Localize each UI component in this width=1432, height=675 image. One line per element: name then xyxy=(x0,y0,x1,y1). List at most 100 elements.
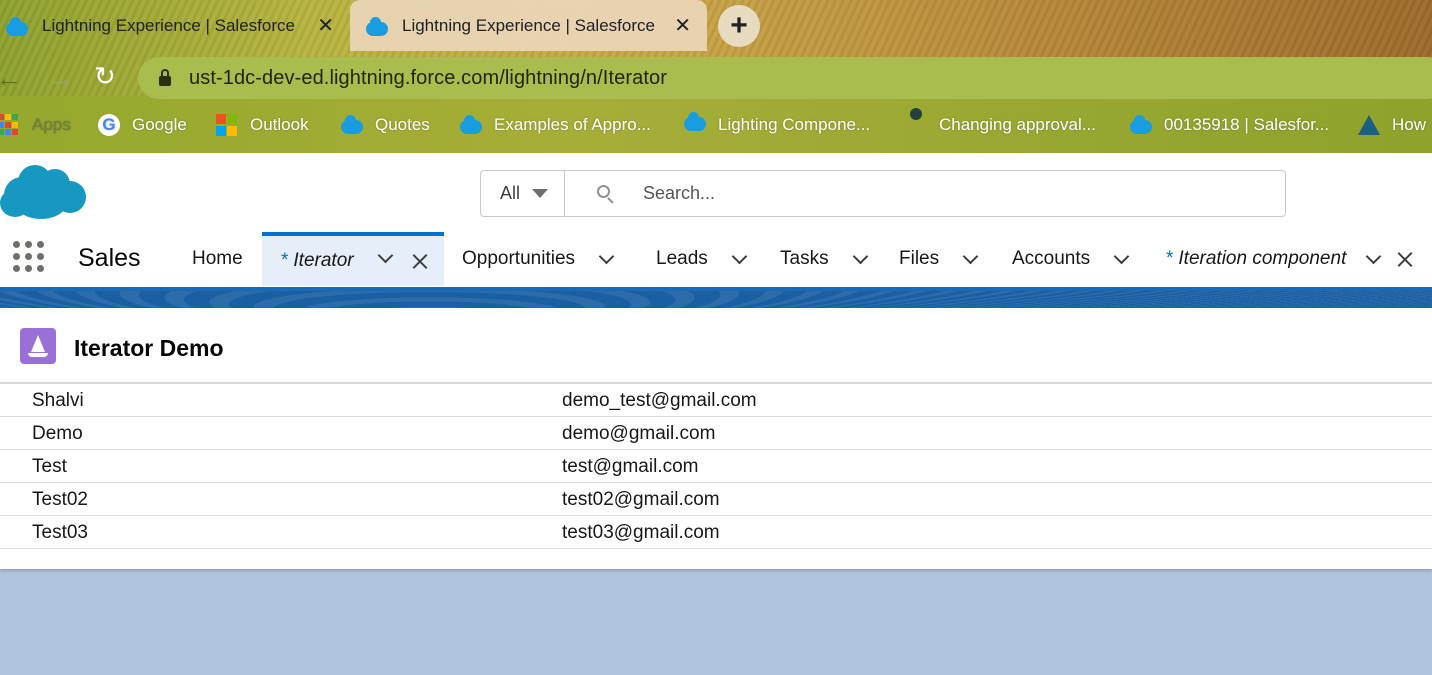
browser-toolbar: ← → ↻ ust-1dc-dev-ed.lightning.force.com… xyxy=(0,51,1432,103)
chevron-down-icon[interactable] xyxy=(852,248,868,264)
bookmark-google[interactable]: G Google xyxy=(98,114,187,136)
chevron-down-icon[interactable] xyxy=(377,247,394,264)
browser-tab-title: Lightning Experience | Salesforce xyxy=(42,15,295,35)
search-input[interactable] xyxy=(643,183,1243,204)
card-title: Iterator Demo xyxy=(74,335,224,361)
trailhead-icon xyxy=(1358,114,1380,136)
row-email: test@gmail.com xyxy=(562,456,699,477)
close-icon[interactable] xyxy=(412,253,428,269)
chevron-down-icon xyxy=(532,189,549,198)
global-search: All xyxy=(480,170,1286,217)
row-email: demo_test@gmail.com xyxy=(562,390,757,411)
lock-icon xyxy=(159,69,171,86)
salesforce-logo[interactable] xyxy=(0,163,88,225)
contacts-table: Shalvi demo_test@gmail.com Demo demo@gma… xyxy=(0,382,1432,549)
bookmark-lighting-component[interactable]: Lighting Compone... xyxy=(684,112,871,136)
url-text[interactable]: ust-1dc-dev-ed.lightning.force.com/light… xyxy=(189,67,667,90)
close-tab-icon[interactable]: ✕ xyxy=(674,13,691,38)
tab-accounts[interactable]: Accounts xyxy=(1012,232,1130,286)
tab-files[interactable]: Files xyxy=(899,232,979,286)
search-scope-dropdown[interactable]: All xyxy=(481,171,565,216)
bookmarks-bar: Apps G Google Outlook Quotes Examples of… xyxy=(0,103,1432,149)
close-tab-icon[interactable]: ✕ xyxy=(317,13,334,38)
tab-label: Opportunities xyxy=(462,248,576,269)
new-tab-button[interactable]: + xyxy=(718,5,760,47)
row-email: demo@gmail.com xyxy=(562,423,716,444)
bookmark-quotes[interactable]: Quotes xyxy=(341,114,430,136)
browser-tabstrip: Lightning Experience | Salesforce ✕ Ligh… xyxy=(0,0,1432,51)
bookmark-label: Quotes xyxy=(375,115,430,134)
tab-label: Home xyxy=(192,248,243,269)
row-name: Test02 xyxy=(32,489,88,510)
close-icon[interactable] xyxy=(1397,251,1413,267)
row-email: test02@gmail.com xyxy=(562,489,720,510)
row-name: Demo xyxy=(32,423,83,444)
bookmark-label: Google xyxy=(132,115,187,134)
app-navigation: Sales Home * Iterator Opportunities Lead… xyxy=(0,232,1432,287)
chevron-down-icon[interactable] xyxy=(1366,248,1382,264)
bookmark-label: Changing approval... xyxy=(939,115,1096,134)
tab-label: Iterator xyxy=(293,250,354,271)
row-name: Test xyxy=(32,456,67,477)
bookmark-apps[interactable]: Apps xyxy=(0,114,71,136)
salesforce-cloud-icon xyxy=(684,112,706,136)
google-icon: G xyxy=(98,114,120,136)
app-launcher-icon[interactable] xyxy=(13,241,44,272)
bookmark-examples-of-approval[interactable]: Examples of Appro... xyxy=(460,114,651,136)
dark-cloud-icon xyxy=(905,114,927,136)
bookmark-label: Examples of Appro... xyxy=(494,115,651,134)
bookmark-outlook[interactable]: Outlook xyxy=(216,114,309,136)
search-scope-label: All xyxy=(500,183,521,203)
chevron-down-icon[interactable] xyxy=(962,248,979,264)
row-name: Shalvi xyxy=(32,390,84,411)
forward-arrow-icon[interactable]: → xyxy=(48,63,74,94)
unsaved-marker: * xyxy=(1166,248,1174,269)
microsoft-icon xyxy=(216,114,238,136)
search-icon xyxy=(597,184,615,203)
bookmark-label: Lighting Compone... xyxy=(718,115,871,134)
back-arrow-icon[interactable]: ← xyxy=(0,63,22,94)
tab-home[interactable]: Home xyxy=(192,232,243,286)
tab-leads[interactable]: Leads xyxy=(656,232,748,286)
salesforce-favicon-icon xyxy=(6,16,28,36)
tab-label: Iteration component xyxy=(1178,248,1347,269)
table-row: Shalvi demo_test@gmail.com xyxy=(0,384,1432,417)
iterator-demo-card: Iterator Demo Shalvi demo_test@gmail.com… xyxy=(0,308,1432,569)
brand-band xyxy=(0,287,1432,308)
tab-opportunities[interactable]: Opportunities xyxy=(462,232,615,286)
salesforce-favicon-icon xyxy=(366,16,388,36)
tab-iteration-component[interactable]: * Iteration component xyxy=(1166,232,1413,286)
salesforce-cloud-icon xyxy=(1130,114,1152,136)
bookmark-label: Outlook xyxy=(250,115,309,134)
table-row: Test02 test02@gmail.com xyxy=(0,483,1432,516)
browser-tab-2[interactable]: Lightning Experience | Salesforce ✕ xyxy=(350,0,707,51)
bookmark-how[interactable]: How xyxy=(1358,114,1426,136)
browser-tab-title: Lightning Experience | Salesforce xyxy=(402,15,655,35)
row-name: Test03 xyxy=(32,522,88,543)
chevron-down-icon[interactable] xyxy=(598,248,615,264)
salesforce-cloud-icon xyxy=(460,114,482,136)
bookmark-case-00135918[interactable]: 00135918 | Salesfor... xyxy=(1130,114,1329,136)
table-row: Test test@gmail.com xyxy=(0,450,1432,483)
bookmark-label: How xyxy=(1392,115,1427,134)
row-email: test03@gmail.com xyxy=(562,522,720,543)
table-row: Test03 test03@gmail.com xyxy=(0,516,1432,549)
bookmark-label: 00135918 | Salesfor... xyxy=(1164,115,1330,134)
tab-iterator[interactable]: * Iterator xyxy=(262,232,444,286)
bookmark-label: Apps xyxy=(32,115,71,134)
reload-icon[interactable]: ↻ xyxy=(94,61,116,92)
address-bar[interactable]: ust-1dc-dev-ed.lightning.force.com/light… xyxy=(138,57,1432,99)
tab-label: Accounts xyxy=(1012,248,1091,269)
tab-label: Files xyxy=(899,248,940,269)
tab-label: Leads xyxy=(656,248,708,269)
chevron-down-icon[interactable] xyxy=(731,248,748,264)
app-name: Sales xyxy=(78,244,141,272)
salesforce-cloud-icon xyxy=(341,114,363,136)
tab-label: Tasks xyxy=(780,248,829,269)
tab-tasks[interactable]: Tasks xyxy=(780,232,868,286)
chevron-down-icon[interactable] xyxy=(1113,248,1130,264)
browser-tab-1[interactable]: Lightning Experience | Salesforce ✕ xyxy=(0,0,348,51)
browser-chrome: Lightning Experience | Salesforce ✕ Ligh… xyxy=(0,0,1432,153)
apps-grid-icon xyxy=(0,114,20,136)
bookmark-changing-approval[interactable]: Changing approval... xyxy=(905,114,1096,136)
